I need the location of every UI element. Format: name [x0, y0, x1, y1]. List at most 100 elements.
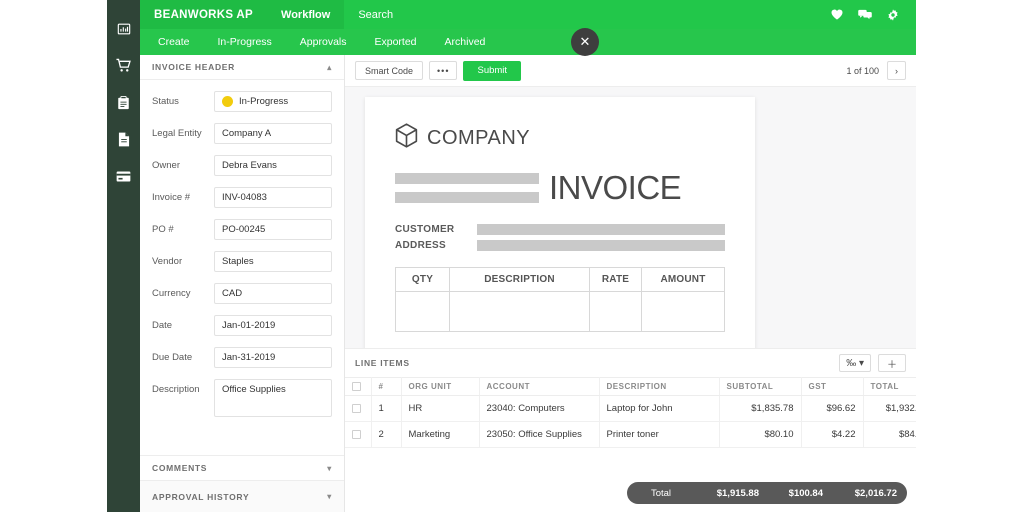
status-input[interactable]: In-Progress	[214, 91, 332, 112]
chat-icon[interactable]	[858, 9, 872, 20]
address-label: ADDRESS	[395, 240, 446, 251]
invoice-header-panel: INVOICE HEADER ▴ Status In-Progress Lega…	[140, 55, 345, 512]
col-number[interactable]: #	[371, 377, 402, 396]
row-checkbox-cell[interactable]	[345, 395, 372, 422]
po-number-input[interactable]: PO-00245	[214, 219, 332, 240]
document-icon[interactable]	[107, 121, 140, 158]
totals-subtotal: $1,915.88	[716, 487, 759, 499]
invoice-number-input[interactable]: INV-04083	[214, 187, 332, 208]
row-description: Printer toner	[599, 421, 720, 448]
field-invoice-number: Invoice # INV-04083	[140, 187, 344, 208]
line-items-section: LINE ITEMS ‰ ▾ ＋ # ORG UNIT ACCOUNT DESC…	[345, 349, 916, 511]
document-invoice-word: INVOICE	[549, 169, 682, 206]
top-navigation-bar: BEANWORKS AP Workflow Search	[140, 0, 916, 29]
checkbox-icon[interactable]	[352, 430, 361, 439]
select-all-header[interactable]	[345, 377, 372, 396]
field-status: Status In-Progress	[140, 91, 344, 112]
row-number: 1	[371, 395, 402, 422]
document-preview-area[interactable]: COMPANY INVOICE CUSTOMER ADDRESS QTY DES…	[345, 87, 916, 349]
pagination: 1 of 100 ›	[846, 61, 906, 80]
card-icon[interactable]	[107, 158, 140, 195]
table-row[interactable]: 2 Marketing 23050: Office Supplies Print…	[345, 421, 916, 448]
row-account: 23050: Office Supplies	[479, 421, 600, 448]
section-title-text: INVOICE HEADER	[152, 62, 236, 72]
field-label: Invoice #	[152, 192, 191, 203]
chevron-down-icon[interactable]: ▾	[327, 492, 332, 501]
description-input[interactable]: Office Supplies	[214, 379, 332, 417]
dashboard-icon[interactable]	[107, 10, 140, 47]
document-company-name: COMPANY	[427, 126, 531, 149]
submit-button[interactable]: Submit	[463, 60, 522, 81]
field-label: Legal Entity	[152, 128, 202, 139]
pagination-label: 1 of 100	[846, 65, 879, 76]
field-description: Description Office Supplies	[140, 379, 344, 417]
col-total[interactable]: TOTAL	[863, 377, 916, 396]
subtab-approvals[interactable]: Approvals	[286, 29, 361, 55]
row-gst: $4.22	[801, 421, 864, 448]
due-date-input[interactable]: Jan-31-2019	[214, 347, 332, 368]
row-total: $84.32	[863, 421, 916, 448]
line-items-header-row: # ORG UNIT ACCOUNT DESCRIPTION SUBTOTAL …	[345, 377, 916, 396]
document-customer-block: CUSTOMER ADDRESS	[395, 224, 725, 251]
totals-label: Total	[650, 487, 672, 499]
right-pane: Smart Code ••• Submit 1 of 100 › COMPANY…	[345, 55, 916, 512]
totals-gst: $100.84	[788, 487, 823, 499]
totals-total: $2,016.72	[854, 487, 897, 499]
clipboard-icon[interactable]	[107, 84, 140, 121]
chevron-up-icon[interactable]: ▴	[327, 63, 332, 72]
more-options-button[interactable]: •••	[429, 61, 458, 80]
percent-dropdown-button[interactable]: ‰ ▾	[839, 354, 871, 372]
beanworks-app: BEANWORKS AP Workflow Search Create In-P…	[107, 0, 916, 512]
field-label: Due Date	[152, 352, 193, 363]
row-gst: $96.62	[801, 395, 864, 422]
col-account[interactable]: ACCOUNT	[479, 377, 600, 396]
action-toolbar: Smart Code ••• Submit 1 of 100 ›	[345, 55, 916, 87]
tab-workflow[interactable]: Workflow	[267, 0, 345, 29]
legal-entity-input[interactable]: Company A	[214, 123, 332, 144]
subtab-create[interactable]: Create	[140, 29, 204, 55]
row-checkbox-cell[interactable]	[345, 421, 372, 448]
invoice-header-section-title[interactable]: INVOICE HEADER ▴	[140, 55, 344, 80]
checkbox-icon[interactable]	[352, 382, 361, 391]
field-currency: Currency CAD	[140, 283, 344, 304]
brand-logo[interactable]: BEANWORKS AP	[140, 0, 268, 29]
field-label: Owner	[152, 160, 180, 171]
document-td-amount	[642, 292, 724, 332]
table-row[interactable]: 1 HR 23040: Computers Laptop for John $1…	[345, 395, 916, 422]
chevron-down-icon[interactable]: ▾	[327, 464, 332, 473]
vendor-input[interactable]: Staples	[214, 251, 332, 272]
subtab-exported[interactable]: Exported	[361, 29, 431, 55]
comments-section-header[interactable]: COMMENTS ▾	[140, 455, 344, 480]
heart-icon[interactable]	[831, 9, 843, 20]
checkbox-icon[interactable]	[352, 404, 361, 413]
document-td-rate	[590, 292, 642, 332]
row-account: 23040: Computers	[479, 395, 600, 422]
document-td-qty	[396, 292, 450, 332]
totals-bar: Total $1,915.88 $100.84 $2,016.72	[627, 482, 907, 504]
document-th-amount: AMOUNT	[642, 268, 724, 292]
field-po-number: PO # PO-00245	[140, 219, 344, 240]
next-page-icon[interactable]: ›	[887, 61, 906, 80]
currency-input[interactable]: CAD	[214, 283, 332, 304]
address-line: ADDRESS	[395, 240, 725, 251]
customer-placeholder-bar	[477, 224, 725, 235]
tab-search[interactable]: Search	[344, 0, 407, 29]
date-input[interactable]: Jan-01-2019	[214, 315, 332, 336]
close-icon[interactable]: ✕	[571, 28, 599, 56]
owner-input[interactable]: Debra Evans	[214, 155, 332, 176]
line-items-actions: ‰ ▾ ＋	[839, 354, 906, 372]
subtab-in-progress[interactable]: In-Progress	[204, 29, 286, 55]
smart-code-button[interactable]: Smart Code	[355, 61, 424, 80]
col-description[interactable]: DESCRIPTION	[599, 377, 720, 396]
col-org-unit[interactable]: ORG UNIT	[401, 377, 480, 396]
cart-icon[interactable]	[107, 47, 140, 84]
gear-icon[interactable]	[887, 8, 899, 21]
approval-history-section-header[interactable]: APPROVAL HISTORY ▾	[140, 480, 344, 512]
document-th-qty: QTY	[396, 268, 450, 292]
subtab-archived[interactable]: Archived	[431, 29, 500, 55]
row-number: 2	[371, 421, 402, 448]
add-line-item-button[interactable]: ＋	[878, 354, 906, 372]
col-gst[interactable]: GST	[801, 377, 864, 396]
col-subtotal[interactable]: SUBTOTAL	[719, 377, 802, 396]
icon-rail	[107, 0, 140, 512]
